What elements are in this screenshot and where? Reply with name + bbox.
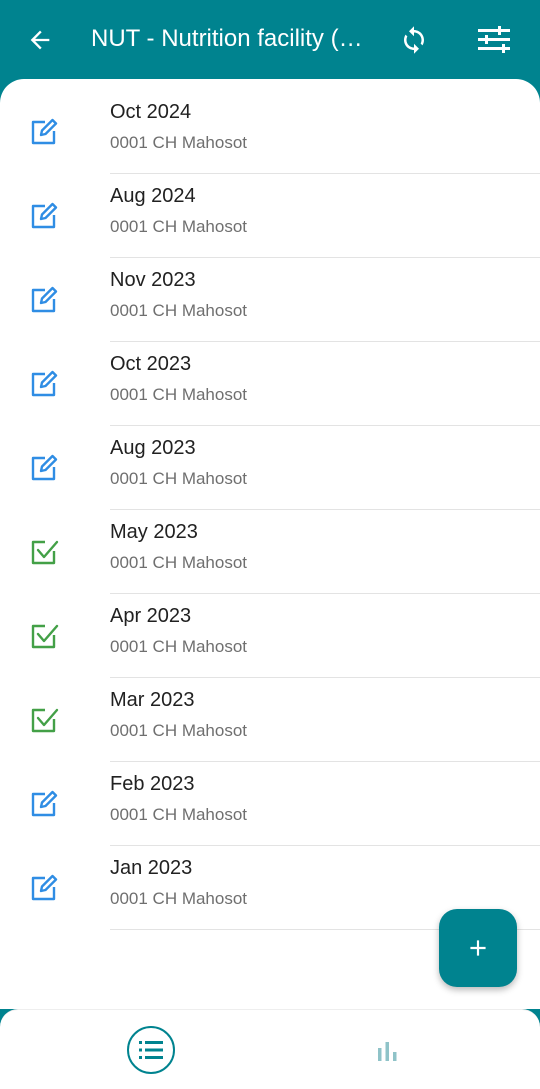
edit-icon (28, 788, 60, 820)
event-period: Aug 2023 (110, 437, 196, 459)
back-button[interactable] (22, 22, 58, 58)
filter-button[interactable] (474, 22, 514, 58)
event-row[interactable]: May 2023 0001 CH Mahosot (0, 510, 540, 594)
edit-icon (28, 116, 60, 148)
edit-icon (28, 368, 60, 400)
bottom-navigation (0, 1009, 540, 1089)
event-org-unit: 0001 CH Mahosot (110, 889, 248, 908)
event-period: Mar 2023 (110, 689, 195, 711)
event-org-unit: 0001 CH Mahosot (110, 721, 248, 740)
event-period: Oct 2024 (110, 101, 192, 123)
add-icon (470, 940, 486, 956)
event-row[interactable]: Oct 2023 0001 CH Mahosot (0, 342, 540, 426)
nav-chart-view[interactable] (370, 1036, 406, 1066)
completed-icon (28, 536, 60, 568)
list-view-icon (139, 1041, 163, 1059)
event-list: Oct 2024 0001 CH Mahosot Aug 2024 0001 CH M… (0, 90, 540, 930)
edit-icon (28, 452, 60, 484)
event-org-unit: 0001 CH Mahosot (110, 217, 248, 236)
top-app-bar: NUT - Nutrition facility (… (0, 0, 540, 80)
event-row[interactable]: Nov 2023 0001 CH Mahosot (0, 258, 540, 342)
event-row[interactable]: Apr 2023 0001 CH Mahosot (0, 594, 540, 678)
event-period: Aug 2024 (110, 185, 196, 207)
filter-icon (478, 26, 510, 53)
sync-icon (404, 26, 424, 54)
event-org-unit: 0001 CH Mahosot (110, 469, 248, 488)
event-period: Nov 2023 (110, 269, 196, 291)
event-row[interactable]: Aug 2023 0001 CH Mahosot (0, 426, 540, 510)
event-period: Jan 2023 (110, 857, 193, 879)
event-org-unit: 0001 CH Mahosot (110, 805, 248, 824)
completed-icon (28, 620, 60, 652)
event-row[interactable]: Aug 2024 0001 CH Mahosot (0, 174, 540, 258)
sync-button[interactable] (396, 22, 432, 58)
event-org-unit: 0001 CH Mahosot (110, 553, 248, 572)
event-period: Oct 2023 (110, 353, 192, 375)
event-row[interactable]: Feb 2023 0001 CH Mahosot (0, 762, 540, 846)
arrow-left-icon (30, 30, 50, 50)
event-period: May 2023 (110, 521, 198, 543)
completed-icon (28, 704, 60, 736)
event-row[interactable]: Mar 2023 0001 CH Mahosot (0, 678, 540, 762)
event-org-unit: 0001 CH Mahosot (110, 385, 248, 404)
add-event-button[interactable] (439, 909, 517, 987)
bar-chart-icon (378, 1042, 397, 1061)
nav-list-view[interactable] (127, 1026, 175, 1074)
event-period: Apr 2023 (110, 605, 192, 627)
event-org-unit: 0001 CH Mahosot (110, 133, 248, 152)
edit-icon (28, 284, 60, 316)
edit-icon (28, 200, 60, 232)
event-row[interactable]: Oct 2024 0001 CH Mahosot (0, 90, 540, 174)
event-list-sheet: Oct 2024 0001 CH Mahosot Aug 2024 0001 CH M… (0, 79, 540, 1009)
event-org-unit: 0001 CH Mahosot (110, 637, 248, 656)
event-org-unit: 0001 CH Mahosot (110, 301, 248, 320)
edit-icon (28, 872, 60, 904)
event-period: Feb 2023 (110, 773, 195, 795)
page-title: NUT - Nutrition facility (… (91, 25, 363, 52)
